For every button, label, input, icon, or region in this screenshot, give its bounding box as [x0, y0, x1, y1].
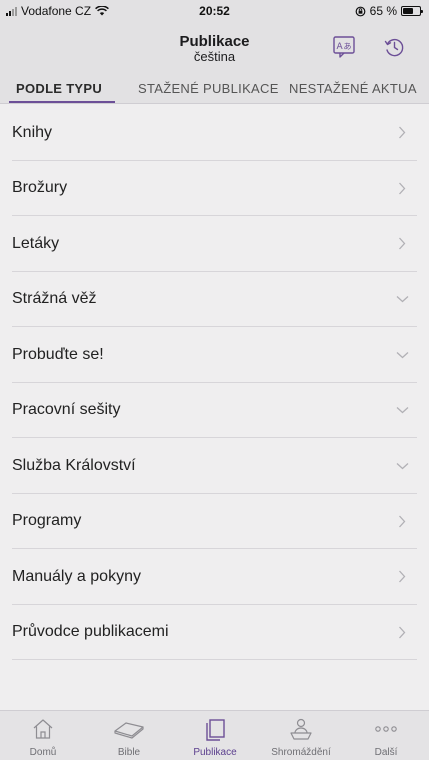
language-button[interactable]: A あ — [329, 32, 359, 62]
chevron-right-icon — [395, 570, 409, 584]
chevron-down-icon — [395, 348, 409, 362]
publication-type-list: Knihy Brožury Letáky Strážná věž Probuďt… — [0, 105, 429, 660]
more-icon — [343, 716, 429, 742]
history-button[interactable] — [379, 32, 409, 62]
chevron-down-icon — [395, 403, 409, 417]
battery-fill — [403, 8, 414, 14]
status-right: 65 % — [355, 4, 423, 18]
bottom-tab-more[interactable]: Další — [343, 711, 429, 760]
navigation-bar: Publikace čeština A あ — [0, 20, 429, 72]
translate-icon: A あ — [333, 36, 355, 58]
tab-not-downloaded[interactable]: NESTAŽENÉ AKTUA — [289, 81, 417, 96]
bottom-tab-label: Publikace — [193, 747, 237, 758]
list-item-kingdom-ministry[interactable]: Služba Království — [0, 438, 429, 494]
bottom-tab-home[interactable]: Domů — [0, 711, 86, 760]
bottom-tab-bible[interactable]: Bible — [86, 711, 172, 760]
bottom-tab-label: Shromáždění — [271, 747, 331, 758]
list-item-programs[interactable]: Programy — [0, 494, 429, 550]
list-item-books[interactable]: Knihy — [0, 105, 429, 161]
list-item-label: Brožury — [12, 179, 68, 197]
bottom-tab-publications[interactable]: Publikace — [172, 711, 258, 760]
publications-icon — [172, 716, 258, 742]
tab-downloaded-publications[interactable]: STAŽENÉ PUBLIKACE — [138, 81, 279, 96]
list-item-label: Manuály a pokyny — [12, 567, 141, 585]
page-title: Publikace — [179, 33, 250, 50]
list-item-label: Knihy — [12, 123, 53, 141]
svg-text:あ: あ — [344, 42, 352, 51]
page-subtitle-language: čeština — [193, 49, 236, 64]
list-item-label: Programy — [12, 512, 82, 530]
home-icon — [0, 716, 86, 742]
list-item-label: Průvodce publikacemi — [12, 623, 169, 641]
bottom-tab-label: Bible — [117, 747, 141, 758]
chevron-down-icon — [395, 292, 409, 306]
list-item-label: Služba Království — [12, 456, 136, 474]
list-item-publication-guide[interactable]: Průvodce publikacemi — [0, 605, 429, 661]
chevron-right-icon — [395, 237, 409, 251]
bible-icon — [86, 716, 172, 742]
chevron-right-icon — [395, 126, 409, 140]
battery-icon — [401, 6, 423, 16]
list-item-tracts[interactable]: Letáky — [0, 216, 429, 272]
list-item-label: Strážná věž — [12, 290, 97, 308]
list-item-label: Letáky — [12, 234, 60, 252]
battery-percentage: 65 % — [369, 4, 397, 18]
list-item-watchtower[interactable]: Strážná věž — [0, 272, 429, 328]
category-tabs: PODLE TYPU STAŽENÉ PUBLIKACE NESTAŽENÉ A… — [0, 72, 429, 104]
list-item-label: Probuďte se! — [12, 345, 104, 363]
status-bar: Vodafone CZ 20:52 65 % — [0, 0, 429, 20]
svg-text:A: A — [337, 42, 344, 52]
list-item-manuals[interactable]: Manuály a pokyny — [0, 549, 429, 605]
list-item-awake[interactable]: Probuďte se! — [0, 327, 429, 383]
list-item-workbooks[interactable]: Pracovní sešity — [0, 383, 429, 439]
bottom-tab-meetings[interactable]: Shromáždění — [258, 711, 344, 760]
chevron-right-icon — [395, 625, 409, 639]
chevron-right-icon — [395, 514, 409, 528]
list-item-label: Pracovní sešity — [12, 401, 121, 419]
history-icon — [384, 38, 404, 57]
bottom-tab-bar: Domů Bible Publikace Shromáždění Další — [0, 710, 429, 760]
list-item-brochures[interactable]: Brožury — [0, 161, 429, 217]
active-tab-indicator — [9, 101, 115, 103]
bottom-tab-label: Další — [374, 747, 398, 758]
orientation-lock-icon — [355, 6, 366, 16]
meetings-icon — [258, 716, 344, 742]
bottom-tab-label: Domů — [29, 747, 57, 758]
tab-by-type[interactable]: PODLE TYPU — [16, 81, 102, 96]
chevron-down-icon — [395, 459, 409, 473]
chevron-right-icon — [395, 181, 409, 195]
